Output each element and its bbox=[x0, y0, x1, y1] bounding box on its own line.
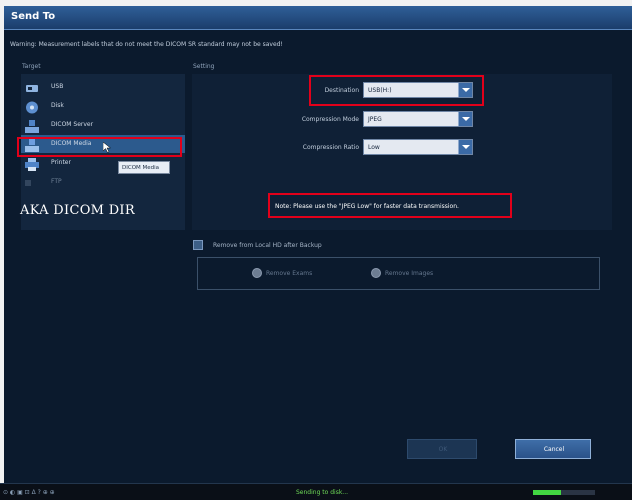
radio-dot bbox=[252, 268, 262, 278]
target-item-label: Disk bbox=[51, 102, 64, 109]
compression-mode-label: Compression Mode bbox=[301, 116, 359, 123]
target-item-ftp[interactable]: FTP bbox=[21, 173, 185, 191]
printer-icon bbox=[25, 156, 39, 171]
tooltip: DICOM Media bbox=[118, 161, 170, 174]
radio-label: Remove Exams bbox=[266, 270, 313, 277]
target-section-label: Target bbox=[22, 63, 41, 70]
dialog-title: Send To bbox=[11, 11, 56, 22]
radio-label: Remove Images bbox=[385, 270, 434, 277]
status-bar: ⊙ ◐ ▣ ⊡ Δ ? ⊕ ⊕ Sending to disk... bbox=[0, 483, 632, 500]
annotation-text: AKA DICOM DIR bbox=[20, 203, 135, 218]
progress-fill bbox=[533, 490, 561, 495]
progress-bar bbox=[533, 490, 595, 495]
chevron-down-icon[interactable] bbox=[458, 112, 472, 126]
title-bar: Send To bbox=[4, 6, 632, 30]
remove-checkbox[interactable] bbox=[193, 240, 203, 250]
target-item-label: FTP bbox=[51, 178, 62, 185]
note-text: Note: Please use the "JPEG Low" for fast… bbox=[275, 203, 459, 210]
ftp-icon bbox=[25, 175, 39, 188]
compression-ratio-label: Compression Ratio bbox=[302, 144, 359, 151]
warning-message: Warning: Measurement labels that do not … bbox=[10, 41, 283, 48]
ok-button[interactable]: OK bbox=[407, 439, 477, 459]
compression-mode-dropdown[interactable]: JPEG bbox=[363, 111, 473, 127]
compression-mode-value: JPEG bbox=[368, 116, 382, 123]
compression-ratio-value: Low bbox=[368, 144, 380, 151]
target-item-usb[interactable]: USB bbox=[21, 78, 185, 96]
radio-dot bbox=[371, 268, 381, 278]
selected-target-highlight bbox=[17, 137, 182, 157]
disk-icon bbox=[25, 99, 39, 114]
dicom-server-icon bbox=[25, 118, 39, 133]
target-item-label: USB bbox=[51, 83, 64, 90]
setting-section-label: Setting bbox=[193, 63, 215, 70]
target-item-label: DICOM Server bbox=[51, 121, 94, 128]
target-item-disk[interactable]: Disk bbox=[21, 97, 185, 115]
destination-highlight bbox=[309, 75, 484, 106]
chevron-down-icon[interactable] bbox=[458, 140, 472, 154]
status-icons: ⊙ ◐ ▣ ⊡ Δ ? ⊕ ⊕ bbox=[3, 489, 55, 496]
status-text: Sending to disk... bbox=[296, 489, 349, 496]
target-item-label: Printer bbox=[51, 159, 71, 166]
cancel-button[interactable]: Cancel bbox=[515, 439, 591, 459]
compression-ratio-dropdown[interactable]: Low bbox=[363, 139, 473, 155]
cancel-button-label: Cancel bbox=[543, 446, 565, 453]
remove-options-group: Remove Exams Remove Images bbox=[197, 257, 600, 290]
usb-icon bbox=[25, 80, 39, 93]
target-item-dicom-server[interactable]: DICOM Server bbox=[21, 116, 185, 134]
ok-button-label: OK bbox=[438, 446, 448, 453]
remove-checkbox-label: Remove from Local HD after Backup bbox=[213, 242, 322, 249]
